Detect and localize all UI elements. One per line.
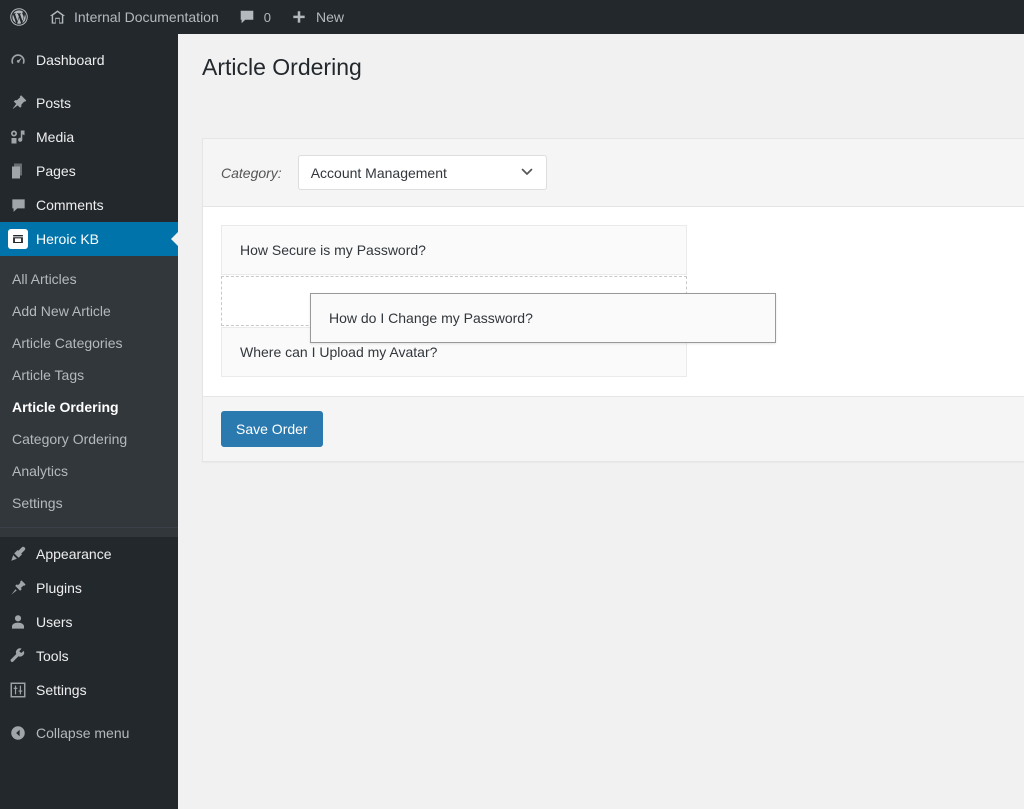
comments-count: 0: [263, 9, 271, 25]
sidebar-subitem-article-ordering[interactable]: Article Ordering: [0, 391, 178, 423]
sidebar-item-media[interactable]: Media: [0, 120, 178, 154]
sidebar-subitem-all-articles[interactable]: All Articles: [0, 263, 178, 295]
sidebar-item-label: Tools: [36, 648, 69, 664]
article-sort-area: How Secure is my Password? Where can I U…: [203, 207, 1024, 396]
category-filter-bar: Category: Account Management: [203, 139, 1024, 207]
dashboard-icon: [0, 50, 36, 70]
sidebar-item-dashboard[interactable]: Dashboard: [0, 43, 178, 77]
comment-bubble-icon: [0, 196, 36, 215]
comment-bubble-icon: [237, 7, 257, 27]
article-ordering-card: Category: Account Management How Secure …: [202, 138, 1024, 462]
dragged-list-item[interactable]: How do I Change my Password?: [310, 293, 776, 343]
sidebar-item-label: Comments: [36, 197, 104, 213]
menu-collapse-spacer: [0, 707, 178, 716]
new-content-label: New: [316, 9, 345, 25]
sidebar-item-label: Media: [36, 129, 75, 145]
list-item[interactable]: How Secure is my Password?: [221, 225, 687, 275]
sidebar-subitem-analytics[interactable]: Analytics: [0, 455, 178, 487]
article-title: How Secure is my Password?: [240, 242, 426, 258]
sidebar-subitem-article-tags[interactable]: Article Tags: [0, 359, 178, 391]
sidebar-item-label: Users: [36, 614, 73, 630]
sortable-article-list[interactable]: How Secure is my Password? Where can I U…: [221, 225, 1024, 377]
sidebar-item-plugins[interactable]: Plugins: [0, 571, 178, 605]
sidebar-item-appearance[interactable]: Appearance: [0, 537, 178, 571]
article-title: Where can I Upload my Avatar?: [240, 344, 438, 360]
site-name-menu-item[interactable]: Internal Documentation: [38, 0, 228, 34]
sidebar-item-comments[interactable]: Comments: [0, 188, 178, 222]
heroic-kb-icon: [0, 229, 36, 249]
main-content: Article Ordering Category: Account Manag…: [178, 34, 1024, 809]
pin-icon: [0, 93, 36, 113]
card-footer: Save Order: [203, 396, 1024, 461]
admin-sidebar: Dashboard Posts Media Pages Comments Her…: [0, 34, 178, 809]
category-select-value: Account Management: [310, 164, 447, 181]
active-menu-arrow-icon: [171, 231, 178, 247]
plug-icon: [0, 578, 36, 598]
comments-menu-item[interactable]: 0: [228, 0, 280, 34]
site-name-label: Internal Documentation: [74, 9, 219, 25]
pages-icon: [0, 161, 36, 181]
user-icon: [0, 612, 36, 632]
sidebar-item-label: Plugins: [36, 580, 82, 596]
sliders-icon: [0, 681, 36, 699]
save-order-button[interactable]: Save Order: [221, 411, 323, 447]
article-title: How do I Change my Password?: [329, 310, 533, 326]
wrench-icon: [0, 646, 36, 666]
home-icon: [47, 7, 67, 27]
heroic-kb-submenu: All Articles Add New Article Article Cat…: [0, 256, 178, 527]
admin-bar: Internal Documentation 0 New: [0, 0, 1024, 34]
collapse-menu-label: Collapse menu: [36, 725, 130, 741]
category-select[interactable]: Account Management: [297, 155, 547, 190]
sidebar-item-label: Posts: [36, 95, 72, 111]
new-content-menu-item[interactable]: New: [280, 0, 353, 34]
plus-icon: [289, 7, 309, 27]
sidebar-subitem-settings[interactable]: Settings: [0, 487, 178, 519]
sidebar-item-heroic-kb[interactable]: Heroic KB: [0, 222, 178, 256]
page-title: Article Ordering: [202, 54, 362, 80]
category-label: Category:: [221, 164, 282, 181]
collapse-menu-button[interactable]: Collapse menu: [0, 716, 178, 750]
chevron-down-icon: [519, 163, 535, 182]
sidebar-item-label: Settings: [36, 682, 87, 698]
sidebar-item-label: Dashboard: [36, 52, 105, 68]
sidebar-item-label: Heroic KB: [36, 231, 100, 247]
sidebar-item-users[interactable]: Users: [0, 605, 178, 639]
sidebar-item-label: Pages: [36, 163, 76, 179]
menu-separator: [0, 527, 178, 537]
wp-logo-menu-item[interactable]: [0, 0, 38, 34]
wordpress-logo-icon: [9, 7, 29, 27]
sidebar-subitem-add-new-article[interactable]: Add New Article: [0, 295, 178, 327]
sidebar-item-settings[interactable]: Settings: [0, 673, 178, 707]
menu-top-spacer: [0, 34, 178, 43]
sidebar-item-label: Appearance: [36, 546, 112, 562]
media-icon: [0, 127, 36, 147]
sidebar-item-tools[interactable]: Tools: [0, 639, 178, 673]
appearance-brush-icon: [0, 544, 36, 564]
menu-group-spacer: [0, 77, 178, 86]
sidebar-item-posts[interactable]: Posts: [0, 86, 178, 120]
sidebar-subitem-article-categories[interactable]: Article Categories: [0, 327, 178, 359]
collapse-arrow-icon: [0, 724, 36, 742]
page-wrap: Article Ordering: [178, 34, 1024, 86]
sidebar-item-pages[interactable]: Pages: [0, 154, 178, 188]
sidebar-subitem-category-ordering[interactable]: Category Ordering: [0, 423, 178, 455]
